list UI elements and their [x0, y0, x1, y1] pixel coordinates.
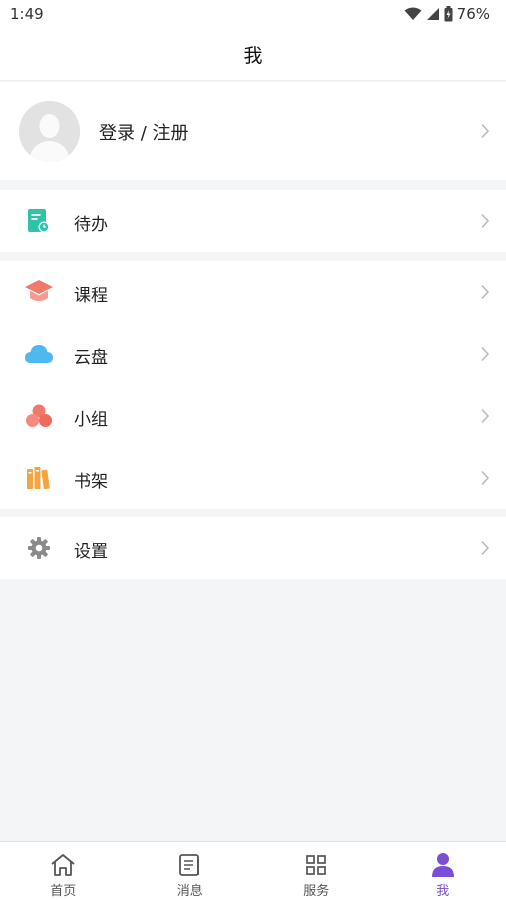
chevron-right-icon: [481, 284, 490, 300]
menu-item-label: 待办: [74, 215, 108, 235]
menu-group-main: 课程 云盘 小组 书架: [0, 261, 506, 509]
profile-login-row[interactable]: 登录 / 注册: [0, 82, 506, 180]
tab-messages[interactable]: 消息: [127, 842, 254, 900]
tab-label: 服务: [303, 884, 330, 899]
menu-item-group[interactable]: 小组: [0, 385, 506, 447]
chevron-right-icon: [481, 213, 490, 229]
bookshelf-icon: [24, 464, 54, 492]
menu-group-settings: 设置: [0, 517, 506, 579]
tab-services[interactable]: 服务: [253, 842, 380, 900]
tab-me[interactable]: 我: [380, 842, 506, 900]
chevron-right-icon: [481, 346, 490, 362]
todo-icon: [24, 207, 54, 235]
bottom-tab-bar: 首页 消息 服务 我: [0, 841, 506, 900]
grid-icon: [303, 852, 329, 878]
wifi-icon: [404, 7, 422, 20]
person-icon: [430, 852, 456, 878]
status-icons: 76%: [404, 5, 490, 23]
chevron-right-icon: [481, 540, 490, 556]
gear-icon: [24, 534, 54, 562]
menu-item-course[interactable]: 课程: [0, 261, 506, 323]
chevron-right-icon: [481, 408, 490, 424]
home-icon: [50, 852, 76, 878]
chevron-right-icon: [481, 470, 490, 486]
menu-item-bookshelf[interactable]: 书架: [0, 447, 506, 509]
tab-label: 消息: [176, 884, 203, 899]
menu-item-cloud[interactable]: 云盘: [0, 323, 506, 385]
menu-item-settings[interactable]: 设置: [0, 517, 506, 579]
group-icon: [24, 402, 54, 430]
status-bar: 1:49 76%: [0, 0, 506, 28]
menu-item-todo[interactable]: 待办: [0, 190, 506, 252]
menu-item-label: 小组: [74, 410, 108, 430]
battery-icon: [444, 6, 453, 22]
page-header: 我: [0, 28, 506, 81]
tab-label: 我: [436, 884, 450, 899]
status-time: 1:49: [10, 5, 44, 23]
default-avatar-icon: [19, 101, 80, 162]
avatar: [19, 101, 80, 162]
menu-group-todo: 待办: [0, 190, 506, 252]
signal-icon: [426, 8, 439, 20]
login-register-label: 登录 / 注册: [99, 123, 189, 144]
menu-item-label: 云盘: [74, 348, 108, 368]
cloud-icon: [24, 340, 54, 368]
message-icon: [177, 852, 203, 878]
menu-item-label: 设置: [74, 542, 108, 562]
menu-item-label: 书架: [74, 472, 108, 492]
chevron-right-icon: [481, 123, 490, 139]
menu-item-label: 课程: [74, 286, 108, 306]
tab-home[interactable]: 首页: [0, 842, 127, 900]
course-icon: [24, 278, 54, 306]
battery-level: 76%: [456, 5, 490, 23]
tab-label: 首页: [50, 884, 77, 899]
page-title: 我: [243, 44, 263, 67]
